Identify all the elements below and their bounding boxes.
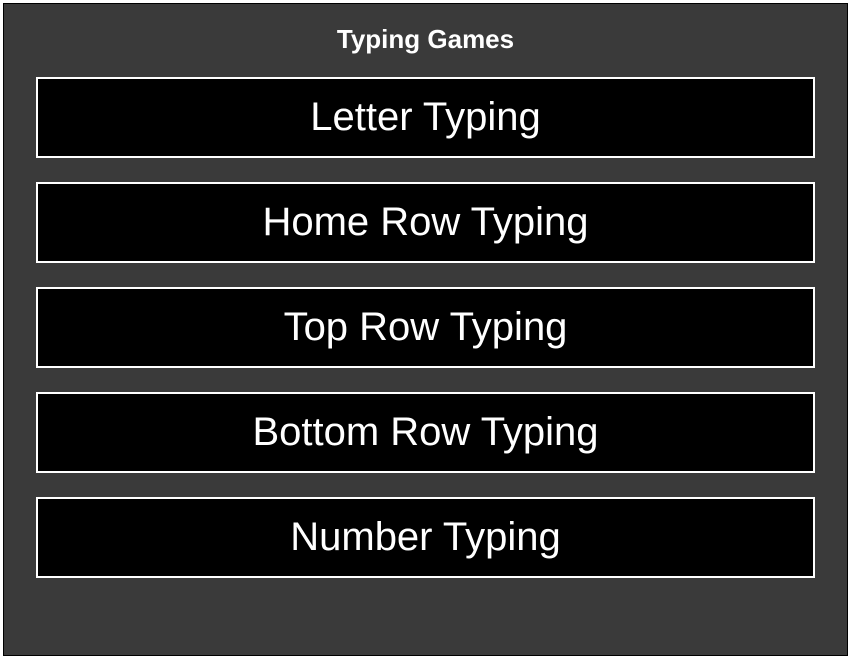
typing-games-panel: Typing Games Letter Typing Home Row Typi… xyxy=(3,3,848,656)
game-number-typing[interactable]: Number Typing xyxy=(36,497,815,578)
panel-title: Typing Games xyxy=(337,24,514,55)
game-home-row-typing[interactable]: Home Row Typing xyxy=(36,182,815,263)
game-top-row-typing[interactable]: Top Row Typing xyxy=(36,287,815,368)
game-bottom-row-typing[interactable]: Bottom Row Typing xyxy=(36,392,815,473)
game-letter-typing[interactable]: Letter Typing xyxy=(36,77,815,158)
game-list: Letter Typing Home Row Typing Top Row Ty… xyxy=(36,77,815,578)
